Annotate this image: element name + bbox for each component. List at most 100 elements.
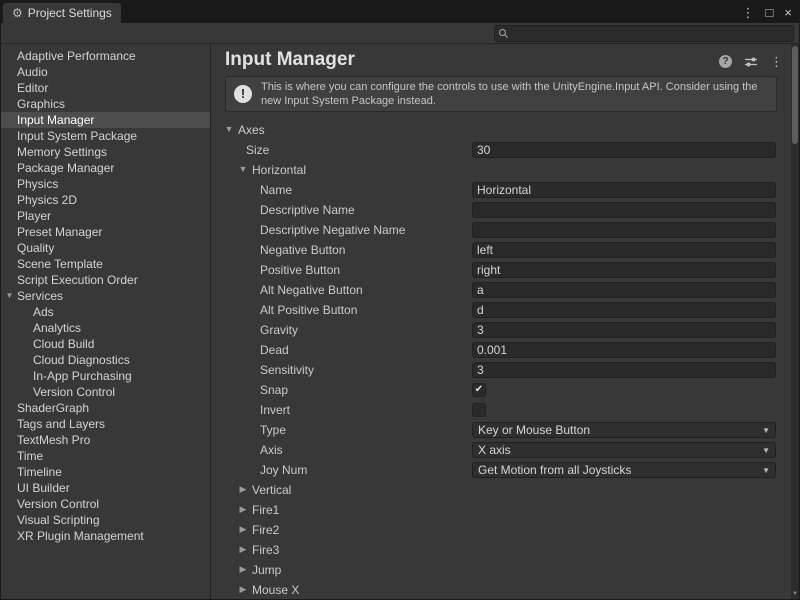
positive-button-input[interactable]: [472, 262, 776, 278]
sidebar-item-cloud-diagnostics[interactable]: Cloud Diagnostics: [1, 352, 210, 368]
foldout-label: Horizontal: [252, 163, 306, 177]
field-label: Descriptive Negative Name: [260, 223, 405, 237]
sidebar-item-script-execution-order[interactable]: Script Execution Order: [1, 272, 210, 288]
sidebar-item-adaptive-performance[interactable]: Adaptive Performance: [1, 48, 210, 64]
sidebar-item-graphics[interactable]: Graphics: [1, 96, 210, 112]
foldout-axes[interactable]: ▼ Axes: [211, 120, 791, 140]
field-row-alt-negative-button: Alt Negative Button: [211, 280, 791, 300]
sidebar-item-cloud-build[interactable]: Cloud Build: [1, 336, 210, 352]
descriptive-negative-name-input[interactable]: [472, 222, 776, 238]
field-row-snap: Snap ✔: [211, 380, 791, 400]
sidebar-item-shadergraph[interactable]: ShaderGraph: [1, 400, 210, 416]
foldout-label: Fire1: [252, 503, 279, 517]
sidebar-item-analytics[interactable]: Analytics: [1, 320, 210, 336]
sidebar-item-editor[interactable]: Editor: [1, 80, 210, 96]
field-row-alt-positive-button: Alt Positive Button: [211, 300, 791, 320]
sidebar-item-ads[interactable]: Ads: [1, 304, 210, 320]
sidebar-item-timeline[interactable]: Timeline: [1, 464, 210, 480]
content-area: Adaptive Performance Audio Editor Graphi…: [1, 44, 799, 599]
sidebar-item-ui-builder[interactable]: UI Builder: [1, 480, 210, 496]
sidebar-item-input-system-package[interactable]: Input System Package: [1, 128, 210, 144]
sensitivity-input[interactable]: [472, 362, 776, 378]
sidebar-item-memory-settings[interactable]: Memory Settings: [1, 144, 210, 160]
sidebar-item-in-app-purchasing[interactable]: In-App Purchasing: [1, 368, 210, 384]
field-label: Type: [260, 423, 286, 437]
vertical-scrollbar[interactable]: ▼: [791, 44, 799, 599]
foldout-mouse-x[interactable]: ▶ Mouse X: [211, 580, 791, 599]
alt-positive-button-input[interactable]: [472, 302, 776, 318]
project-settings-window: ⚙ Project Settings ⋮ □ × Adaptive Perfor…: [0, 0, 800, 600]
sidebar-item-preset-manager[interactable]: Preset Manager: [1, 224, 210, 240]
field-label: Axis: [260, 443, 283, 457]
foldout-fire2[interactable]: ▶ Fire2: [211, 520, 791, 540]
dead-input[interactable]: [472, 342, 776, 358]
presets-icon[interactable]: [744, 56, 758, 68]
foldout-vertical[interactable]: ▶ Vertical: [211, 480, 791, 500]
negative-button-input[interactable]: [472, 242, 776, 258]
field-label: Sensitivity: [260, 363, 314, 377]
sidebar-item-xr-plugin-management[interactable]: XR Plugin Management: [1, 528, 210, 544]
foldout-closed-icon[interactable]: ▶: [238, 564, 248, 575]
gravity-input[interactable]: [472, 322, 776, 338]
type-dropdown[interactable]: Key or Mouse Button ▼: [472, 422, 776, 438]
foldout-open-icon[interactable]: ▼: [4, 288, 15, 304]
sidebar-item-visual-scripting[interactable]: Visual Scripting: [1, 512, 210, 528]
foldout-label: Jump: [252, 563, 281, 577]
sidebar-item-input-manager[interactable]: Input Manager: [1, 112, 210, 128]
scrollbar-thumb[interactable]: [792, 46, 798, 144]
foldout-horizontal[interactable]: ▼ Horizontal: [211, 160, 791, 180]
sidebar-item-textmesh-pro[interactable]: TextMesh Pro: [1, 432, 210, 448]
field-label: Dead: [260, 343, 289, 357]
foldout-closed-icon[interactable]: ▶: [238, 544, 248, 555]
tab-label: Project Settings: [28, 6, 112, 20]
chevron-down-icon: ▼: [762, 446, 770, 455]
kebab-menu-icon[interactable]: ⋮: [770, 55, 783, 68]
sidebar-item-scene-template[interactable]: Scene Template: [1, 256, 210, 272]
foldout-jump[interactable]: ▶ Jump: [211, 560, 791, 580]
foldout-closed-icon[interactable]: ▶: [238, 524, 248, 535]
maximize-icon[interactable]: □: [766, 6, 774, 19]
sidebar-item-version-control-service[interactable]: Version Control: [1, 384, 210, 400]
sidebar-item-physics-2d[interactable]: Physics 2D: [1, 192, 210, 208]
scroll-down-icon[interactable]: ▼: [791, 590, 799, 598]
sidebar-item-time[interactable]: Time: [1, 448, 210, 464]
sidebar-item-player[interactable]: Player: [1, 208, 210, 224]
invert-checkbox[interactable]: [472, 403, 486, 417]
help-icon[interactable]: ?: [719, 55, 732, 68]
close-icon[interactable]: ×: [784, 6, 792, 19]
sidebar-item-quality[interactable]: Quality: [1, 240, 210, 256]
sidebar-item-version-control[interactable]: Version Control: [1, 496, 210, 512]
search-box[interactable]: [494, 25, 794, 42]
foldout-closed-icon[interactable]: ▶: [238, 484, 248, 495]
foldout-label: Mouse X: [252, 583, 299, 597]
foldout-closed-icon[interactable]: ▶: [238, 504, 248, 515]
sidebar-item-physics[interactable]: Physics: [1, 176, 210, 192]
name-input[interactable]: [472, 182, 776, 198]
sidebar-item-package-manager[interactable]: Package Manager: [1, 160, 210, 176]
axis-dropdown[interactable]: X axis ▼: [472, 442, 776, 458]
field-row-descriptive-negative-name: Descriptive Negative Name: [211, 220, 791, 240]
joy-num-dropdown[interactable]: Get Motion from all Joysticks ▼: [472, 462, 776, 478]
search-icon: [498, 28, 509, 39]
kebab-menu-icon[interactable]: ⋮: [742, 6, 755, 19]
field-row-invert: Invert: [211, 400, 791, 420]
field-row-type: Type Key or Mouse Button ▼: [211, 420, 791, 440]
foldout-open-icon[interactable]: ▼: [238, 164, 248, 174]
descriptive-name-input[interactable]: [472, 202, 776, 218]
alt-negative-button-input[interactable]: [472, 282, 776, 298]
tab-project-settings[interactable]: ⚙ Project Settings: [3, 3, 121, 23]
sidebar-item-services[interactable]: ▼ Services: [1, 288, 210, 304]
field-label: Negative Button: [260, 243, 345, 257]
page-title: Input Manager: [225, 49, 355, 71]
size-input[interactable]: [472, 142, 776, 158]
foldout-open-icon[interactable]: ▼: [224, 124, 234, 134]
snap-checkbox[interactable]: ✔: [472, 383, 486, 397]
foldout-fire1[interactable]: ▶ Fire1: [211, 500, 791, 520]
sidebar-item-audio[interactable]: Audio: [1, 64, 210, 80]
foldout-closed-icon[interactable]: ▶: [238, 584, 248, 595]
help-box: ! This is where you can configure the co…: [225, 76, 777, 112]
sidebar-item-tags-and-layers[interactable]: Tags and Layers: [1, 416, 210, 432]
foldout-fire3[interactable]: ▶ Fire3: [211, 540, 791, 560]
field-label: Gravity: [260, 323, 298, 337]
search-input[interactable]: [512, 27, 793, 40]
